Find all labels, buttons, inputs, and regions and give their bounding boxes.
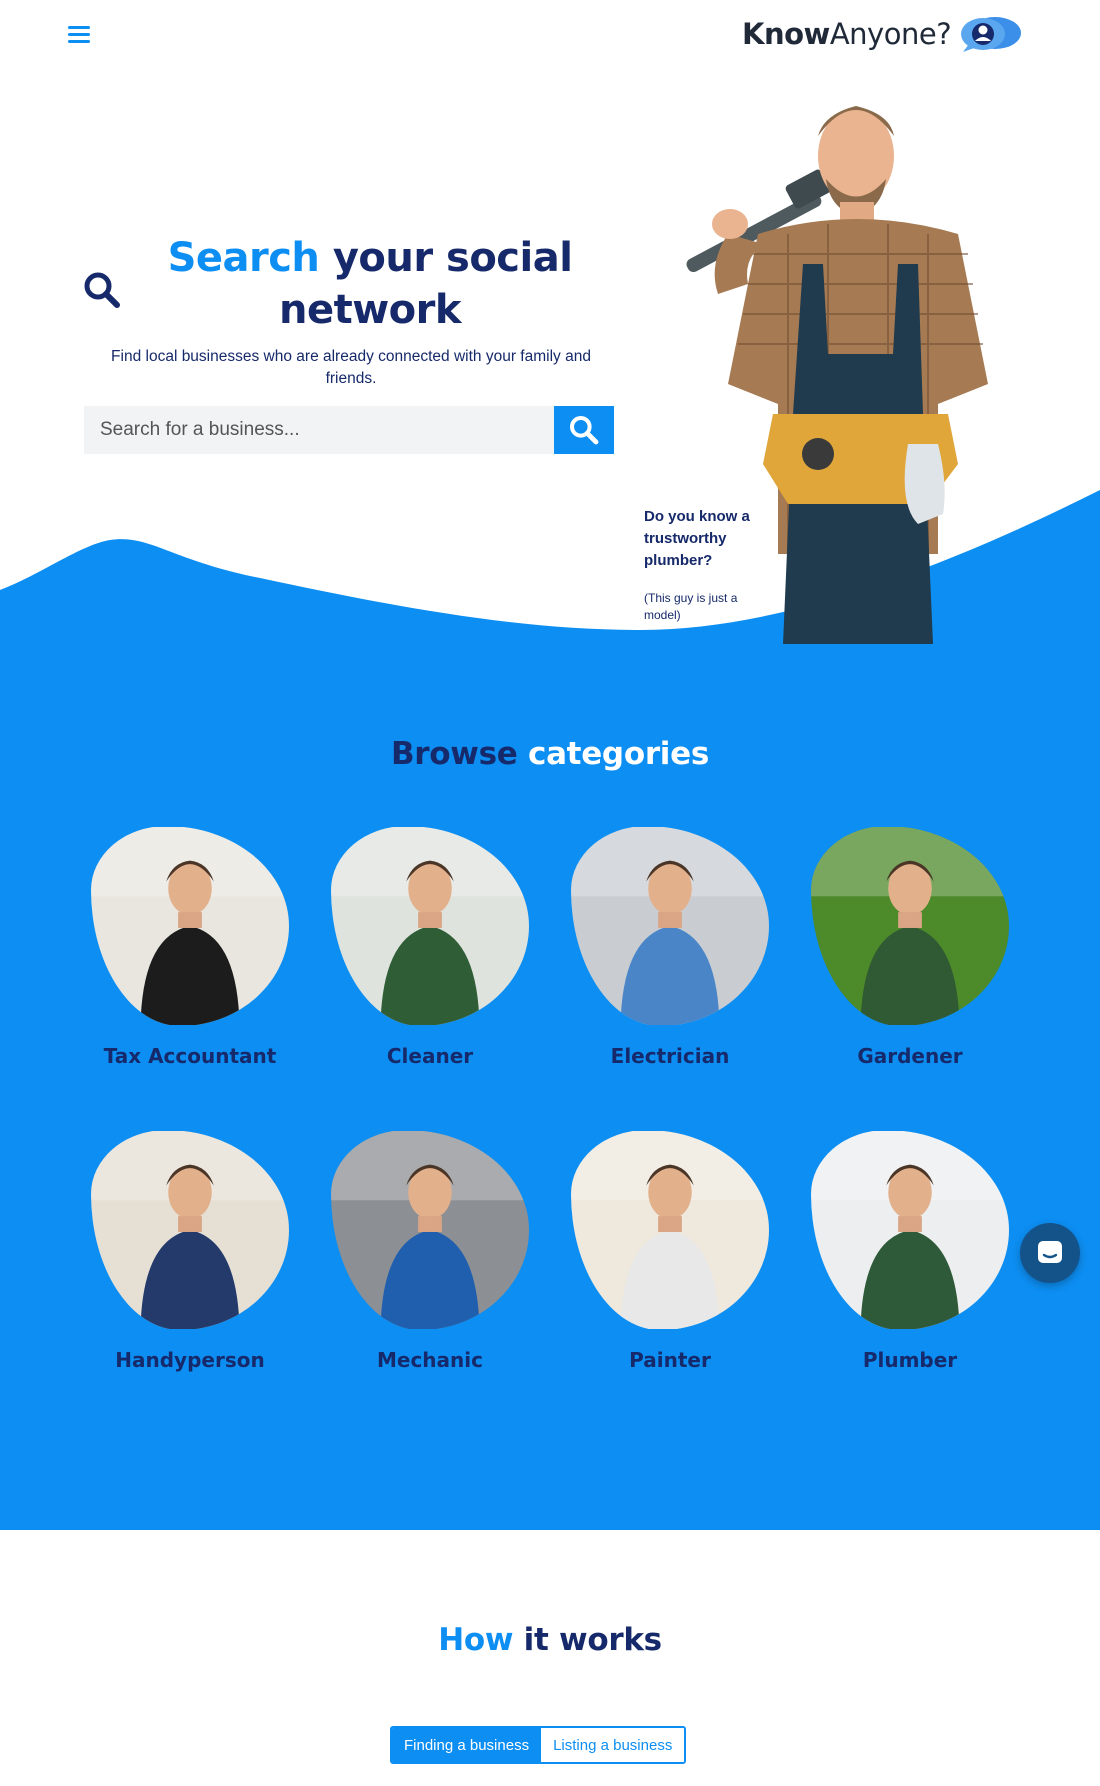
mechanic-photo	[331, 1130, 529, 1330]
category-label: Plumber	[862, 1348, 958, 1372]
tab-finding-a-business[interactable]: Finding a business	[392, 1728, 542, 1762]
chat-icon	[1038, 1241, 1062, 1263]
category-card[interactable]: Painter	[570, 1130, 770, 1372]
category-label: Painter	[629, 1348, 711, 1372]
category-card[interactable]: Cleaner	[330, 826, 530, 1068]
painter-photo	[571, 1130, 769, 1330]
hero-title: Search your social network	[150, 232, 590, 336]
hero-caption-question: Do you know a trustworthy plumber?	[644, 508, 750, 569]
how-title-accent: How	[438, 1622, 514, 1658]
category-card[interactable]: Plumber	[810, 1130, 1010, 1372]
category-card[interactable]: Tax Accountant	[90, 826, 290, 1068]
logo-text-anyone: Anyone?	[829, 17, 952, 51]
category-label: Gardener	[857, 1044, 963, 1068]
search-icon	[570, 416, 599, 445]
category-label: Handyperson	[115, 1348, 265, 1372]
tax-accountant-photo	[91, 826, 289, 1026]
categories-section	[0, 640, 1100, 1530]
category-card[interactable]: Mechanic	[330, 1130, 530, 1372]
site-logo[interactable]: Know Anyone?	[742, 12, 1023, 56]
handyperson-photo	[91, 1130, 289, 1330]
category-card[interactable]: Handyperson	[90, 1130, 290, 1372]
how-it-works-title: How it works	[0, 1622, 1100, 1658]
category-label: Tax Accountant	[103, 1044, 277, 1068]
chat-widget-button[interactable]	[1020, 1223, 1080, 1283]
category-label: Electrician	[610, 1044, 730, 1068]
browse-title-light: categories	[517, 736, 710, 772]
gardener-photo	[811, 826, 1009, 1026]
logo-text-know: Know	[742, 17, 830, 51]
hero-title-accent: Search	[167, 235, 320, 281]
hero-subtitle: Find local businesses who are already co…	[111, 348, 591, 387]
category-label: Mechanic	[376, 1348, 483, 1372]
search-icon	[84, 272, 120, 308]
category-card[interactable]: Electrician	[570, 826, 770, 1068]
browse-categories-title: Browse categories	[0, 736, 1100, 772]
how-it-works-tabs: Finding a business Listing a business	[390, 1726, 687, 1764]
cleaner-photo	[331, 826, 529, 1026]
browse-title-dark: Browse	[390, 736, 518, 772]
plumber-photo	[811, 1130, 1009, 1330]
category-card[interactable]: Gardener	[810, 826, 1010, 1068]
hero-caption-note: (This guy is just a model)	[644, 591, 738, 622]
hamburger-menu-icon[interactable]	[68, 26, 90, 46]
how-title-rest: it works	[513, 1622, 662, 1658]
tab-listing-a-business[interactable]: Listing a business	[541, 1728, 685, 1762]
search-input[interactable]	[84, 406, 554, 454]
logo-speech-bubble-icon	[961, 17, 1022, 52]
search-button[interactable]	[554, 406, 614, 454]
search-bar	[84, 406, 614, 454]
hero-title-rest: your social network	[279, 235, 573, 333]
category-label: Cleaner	[386, 1044, 474, 1068]
electrician-photo	[571, 826, 769, 1026]
